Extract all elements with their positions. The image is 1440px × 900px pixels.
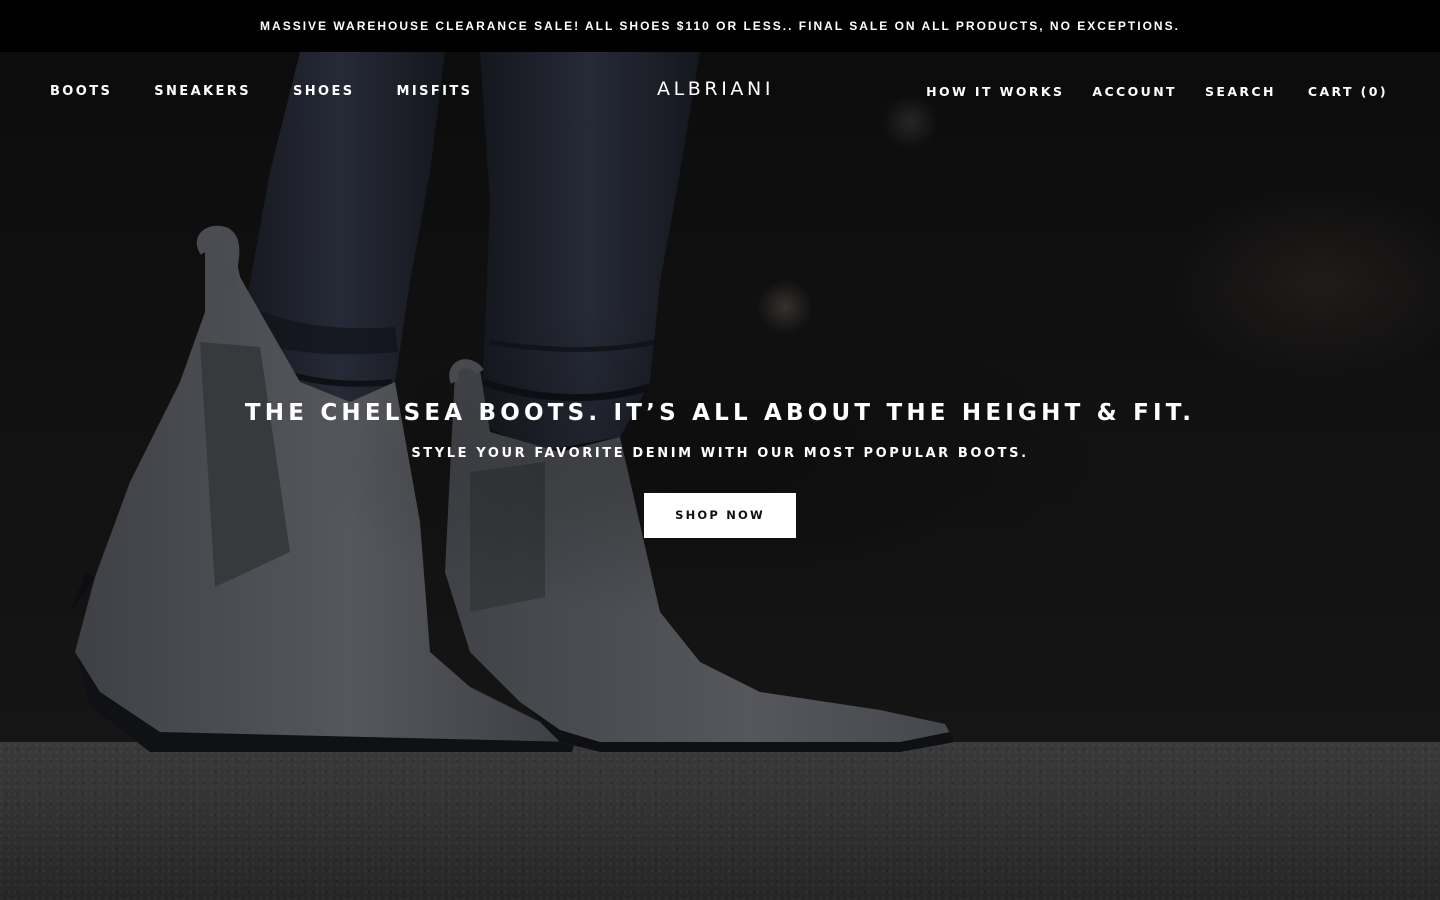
secondary-nav: HOW IT WORKS ACCOUNT SEARCH CART (0) [926,84,1388,99]
announcement-text: MASSIVE WAREHOUSE CLEARANCE SALE! ALL SH… [260,19,1180,33]
hero-subtitle: STYLE YOUR FAVORITE DENIM WITH OUR MOST … [411,446,1029,461]
nav-sneakers[interactable]: SNEAKERS [154,84,251,99]
hero-content: THE CHELSEA BOOTS. IT’S ALL ABOUT THE HE… [0,400,1440,538]
nav-misfits[interactable]: MISFITS [397,84,473,99]
nav-boots[interactable]: BOOTS [50,84,112,99]
nav-how-it-works[interactable]: HOW IT WORKS [926,84,1064,99]
primary-nav: BOOTS SNEAKERS SHOES MISFITS [50,84,472,99]
site-header: BOOTS SNEAKERS SHOES MISFITS ALBRIANI HO… [0,52,1440,130]
shop-now-button[interactable]: SHOP NOW [644,493,796,538]
nav-cart[interactable]: CART (0) [1308,84,1388,99]
nav-search[interactable]: SEARCH [1205,84,1276,99]
announcement-bar: MASSIVE WAREHOUSE CLEARANCE SALE! ALL SH… [0,0,1440,52]
nav-shoes[interactable]: SHOES [293,84,355,99]
site-logo[interactable]: ALBRIANI [657,78,774,100]
hero-title: THE CHELSEA BOOTS. IT’S ALL ABOUT THE HE… [244,400,1196,426]
nav-account[interactable]: ACCOUNT [1092,84,1177,99]
